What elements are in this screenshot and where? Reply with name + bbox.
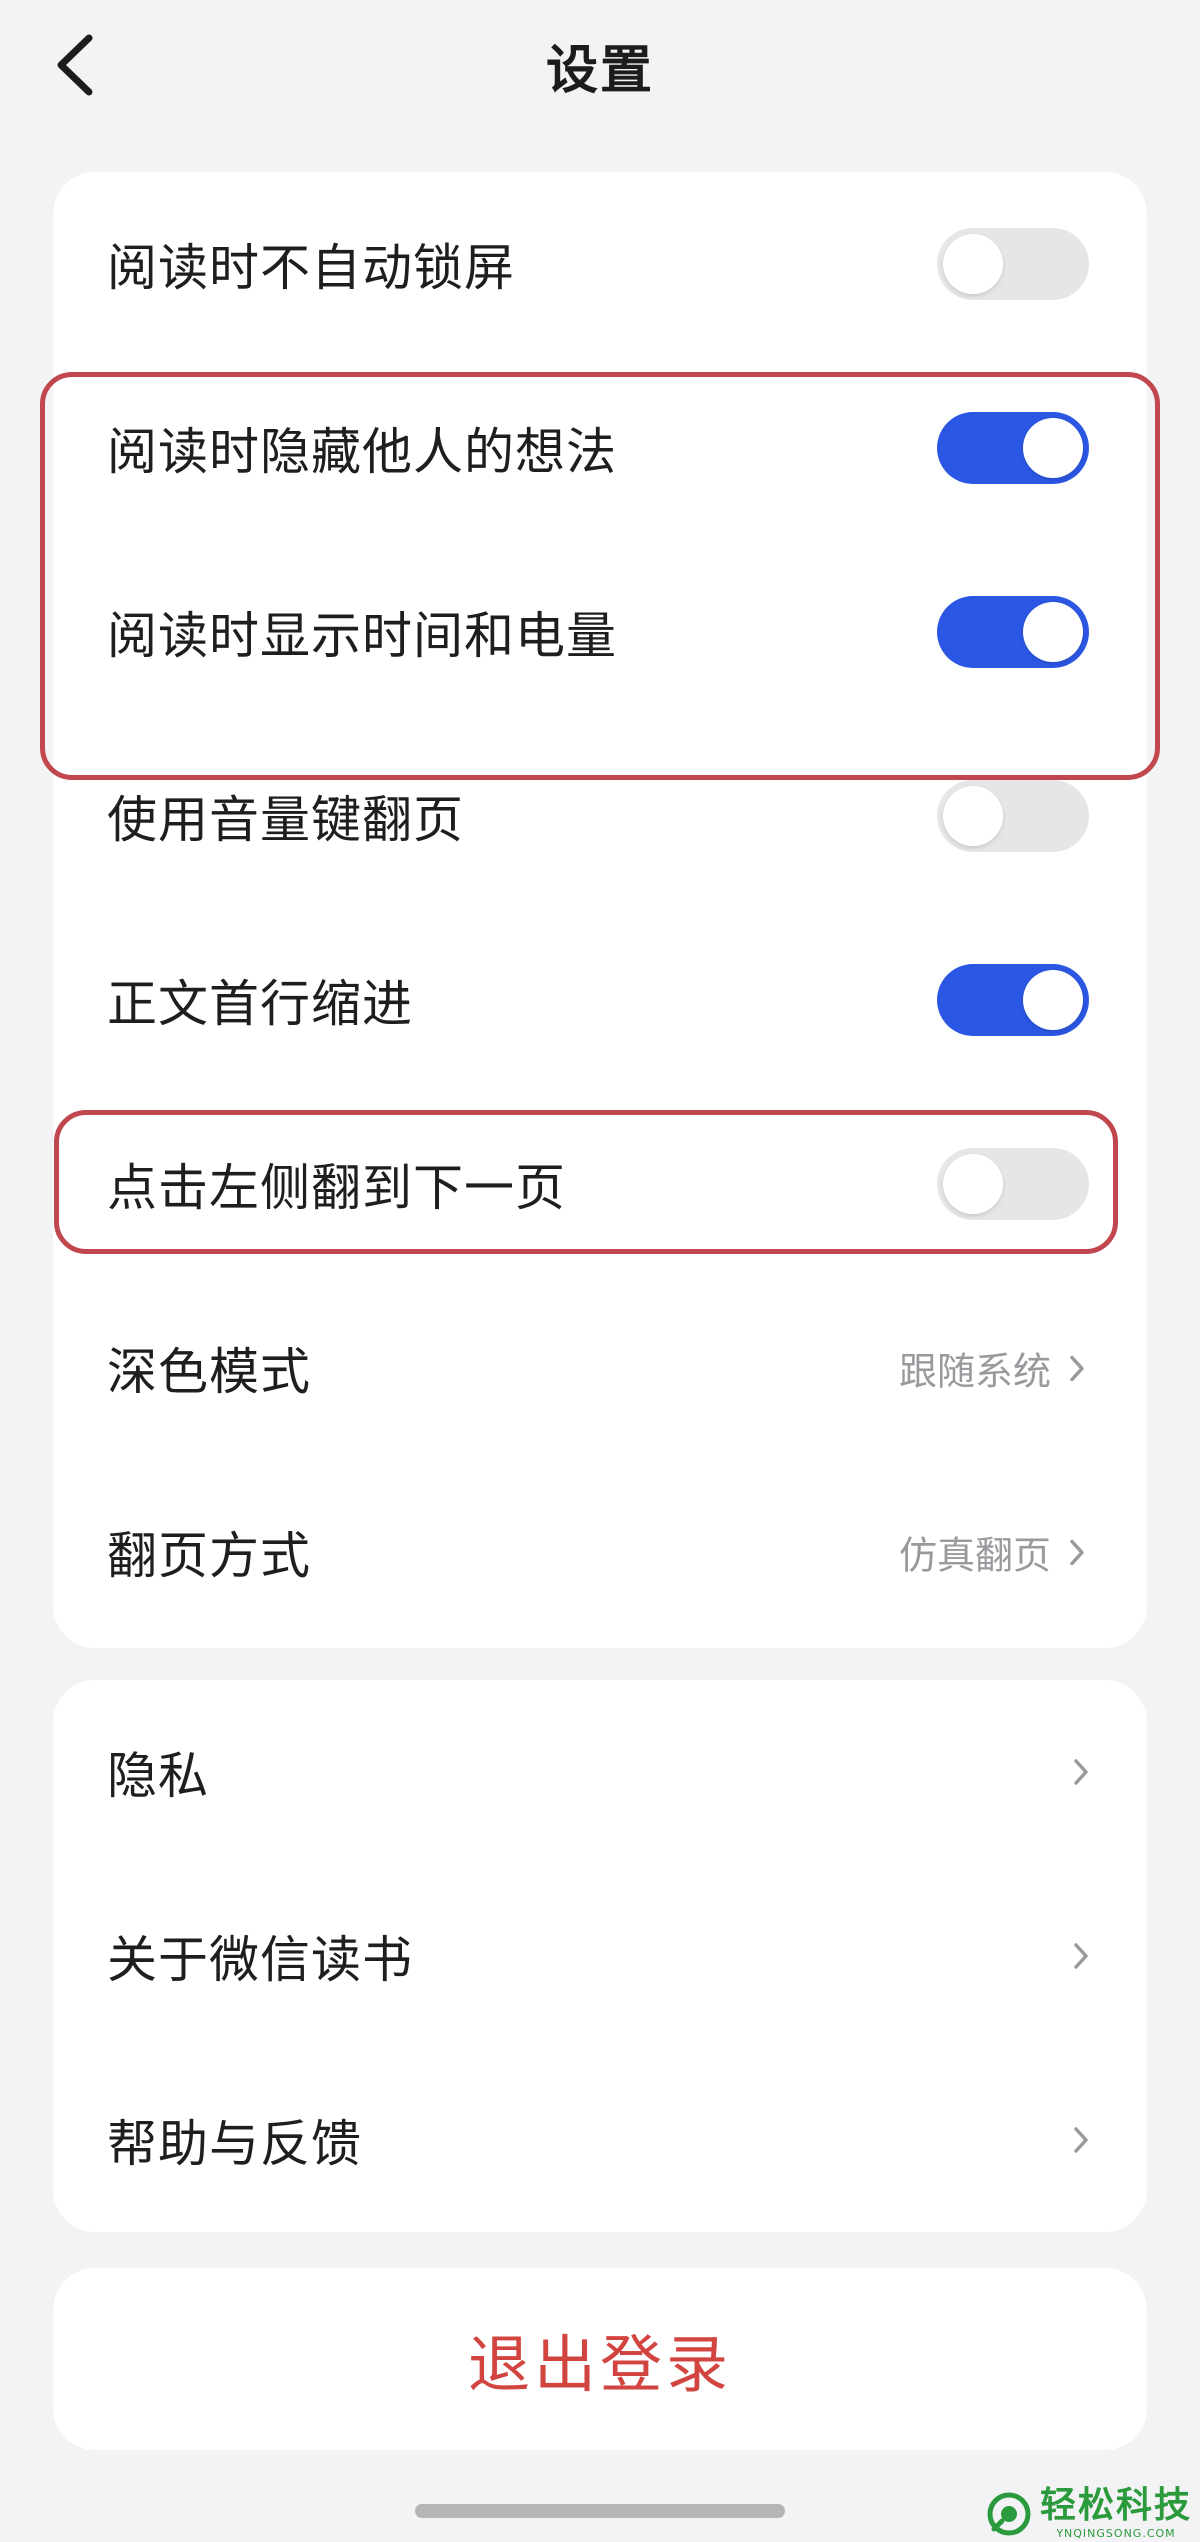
reading-settings-card: 阅读时不自动锁屏 阅读时隐藏他人的想法 阅读时显示时间和电量 使用音量键翻页 正… [53,172,1147,1648]
setting-label: 点击左侧翻到下一页 [107,1159,566,1217]
toggle-knob [943,1154,1003,1214]
toggle-switch[interactable] [937,1148,1089,1220]
chevron-right-icon [1073,1942,1089,1970]
setting-label: 正文首行缩进 [107,975,413,1033]
logout-button[interactable]: 退出登录 [53,2314,1147,2404]
dark-mode-value: 跟随系统 [898,1349,1051,1394]
chevron-right-icon [1069,1354,1085,1382]
page-title: 设置 [545,41,654,101]
navigation-bar: 设置 [0,0,1200,130]
watermark-text: 轻松科技 YNQINGSONG.COM [1039,2485,1192,2540]
toggle-knob [943,786,1003,846]
toggle-switch[interactable] [937,412,1089,484]
setting-row-no-auto-lock[interactable]: 阅读时不自动锁屏 [53,172,1147,356]
toggle-knob [1023,602,1083,662]
watermark-title: 轻松科技 [1039,2485,1192,2526]
setting-label: 阅读时隐藏他人的想法 [107,423,617,481]
chevron-right-icon [1073,2126,1089,2154]
watermark-logo-icon [987,2492,1031,2535]
toggle-switch[interactable] [937,228,1089,300]
links-card: 隐私 关于微信读书 帮助与反馈 [53,1680,1147,2232]
page-turn-value: 仿真翻页 [898,1533,1051,1578]
home-indicator [415,2504,785,2518]
logout-card: 退出登录 [53,2268,1147,2450]
watermark-subtitle: YNQINGSONG.COM [1056,2527,1176,2540]
setting-row-show-time-battery[interactable]: 阅读时显示时间和电量 [53,540,1147,724]
watermark: 轻松科技 YNQINGSONG.COM [986,2488,1192,2539]
setting-label: 使用音量键翻页 [107,791,464,849]
setting-value: 跟随系统 [899,1341,1085,1396]
toggle-knob [1023,418,1083,478]
setting-label: 深色模式 [107,1343,311,1401]
toggle-switch[interactable] [937,596,1089,668]
setting-row-volume-key-page[interactable]: 使用音量键翻页 [53,724,1147,908]
setting-row-page-turn-mode[interactable]: 翻页方式 仿真翻页 [53,1460,1147,1644]
setting-label: 阅读时不自动锁屏 [107,239,515,297]
link-label: 隐私 [107,1747,209,1805]
chevron-right-icon [1073,1758,1089,1786]
link-row-help-feedback[interactable]: 帮助与反馈 [53,2048,1147,2232]
setting-value: 仿真翻页 [899,1525,1085,1580]
setting-row-dark-mode[interactable]: 深色模式 跟随系统 [53,1276,1147,1460]
toggle-knob [1023,970,1083,1030]
link-row-about[interactable]: 关于微信读书 [53,1864,1147,2048]
chevron-right-icon [1069,1538,1085,1566]
link-row-privacy[interactable]: 隐私 [53,1680,1147,1864]
setting-label: 阅读时显示时间和电量 [107,607,617,665]
setting-row-hide-others-thoughts[interactable]: 阅读时隐藏他人的想法 [53,356,1147,540]
setting-row-tap-left-next-page[interactable]: 点击左侧翻到下一页 [53,1092,1147,1276]
toggle-knob [943,234,1003,294]
toggle-switch[interactable] [937,780,1089,852]
setting-row-first-line-indent[interactable]: 正文首行缩进 [53,908,1147,1092]
toggle-switch[interactable] [937,964,1089,1036]
setting-label: 翻页方式 [107,1527,311,1585]
link-label: 关于微信读书 [107,1931,413,1989]
link-label: 帮助与反馈 [107,2115,362,2173]
